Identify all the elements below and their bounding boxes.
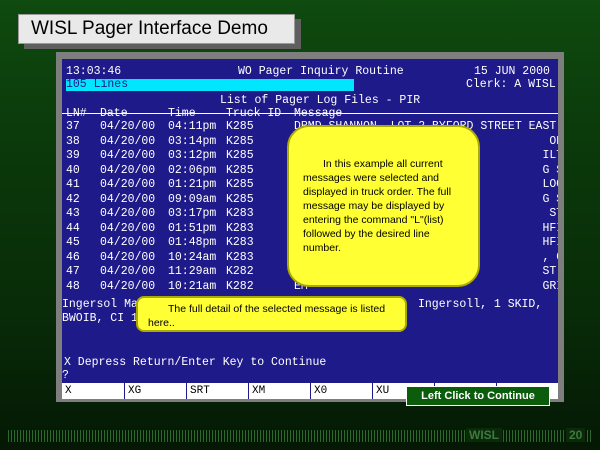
header-rule: [62, 113, 558, 114]
fkey-divider: [124, 383, 125, 399]
row-date: 04/20/00: [100, 279, 156, 293]
row-line-number: 37: [66, 120, 80, 133]
col-date: Date: [100, 107, 128, 120]
row-date: 04/20/00: [100, 149, 156, 162]
row-truck-id: K285: [226, 178, 254, 191]
row-truck-id: K282: [226, 265, 254, 278]
row-truck-id: K285: [226, 192, 254, 206]
callout-selection-info: In this example all current messages wer…: [287, 125, 480, 287]
row-line-number: 43: [66, 207, 80, 220]
row-time: 10:21am: [168, 279, 217, 293]
terminal-heading: WO Pager Inquiry Routine: [238, 65, 404, 78]
fkey-divider: [372, 383, 373, 399]
row-time: 01:48pm: [168, 236, 217, 249]
row-time: 09:09am: [168, 192, 217, 206]
col-time: Time: [168, 107, 196, 120]
continue-prompt: X Depress Return/Enter Key to Continue: [64, 356, 327, 369]
detail-line-1: Ingersol Mac: [62, 298, 145, 311]
row-time: 02:06pm: [168, 163, 217, 177]
row-time: 10:24am: [168, 250, 217, 264]
row-time: 03:14pm: [168, 134, 217, 148]
row-truck-id: K283: [226, 221, 254, 235]
row-line-number: 48: [66, 279, 80, 293]
footer-barcode: [8, 430, 592, 442]
row-line-number: 45: [66, 236, 80, 249]
row-truck-id: K283: [226, 236, 254, 249]
row-truck-id: K282: [226, 279, 254, 293]
row-date: 04/20/00: [100, 192, 156, 206]
terminal-list-title: List of Pager Log Files - PIR: [220, 94, 421, 107]
row-truck-id: K285: [226, 120, 254, 133]
row-date: 04/20/00: [100, 265, 156, 278]
row-line-number: 38: [66, 134, 80, 148]
row-time: 03:12pm: [168, 149, 217, 162]
fkey-5[interactable]: X0: [314, 385, 327, 397]
row-time: 01:21pm: [168, 178, 217, 191]
fkey-2[interactable]: XG: [128, 385, 141, 397]
fkey-1[interactable]: X: [65, 385, 72, 397]
footer-brand: WISL: [466, 428, 502, 442]
row-date: 04/20/00: [100, 250, 156, 264]
row-truck-id: K283: [226, 250, 254, 264]
callout-detail-text: The full detail of the selected message …: [148, 303, 386, 329]
row-time: 11:29am: [168, 265, 217, 278]
row-line-number: 41: [66, 178, 80, 191]
slide-title: WISL Pager Interface Demo: [18, 14, 295, 44]
row-time: 01:51pm: [168, 221, 217, 235]
continue-button[interactable]: Left Click to Continue: [406, 386, 550, 406]
row-truck-id: K285: [226, 134, 254, 148]
terminal-clerk: Clerk: A WISL: [466, 78, 556, 91]
row-date: 04/20/00: [100, 221, 156, 235]
row-date: 04/20/00: [100, 178, 156, 191]
col-message: Message: [294, 107, 343, 120]
callout-detail-info: The full detail of the selected message …: [136, 296, 407, 332]
row-line-number: 39: [66, 149, 80, 162]
row-time: 04:11pm: [168, 120, 217, 133]
col-truck: Truck ID: [226, 107, 282, 120]
row-line-number: 46: [66, 250, 80, 264]
col-ln: LN#: [66, 107, 87, 120]
detail-line-2: BWOIB, CI 19: [62, 312, 145, 325]
footer-page-number: 20: [566, 428, 586, 442]
row-truck-id: K283: [226, 207, 254, 220]
fkey-3[interactable]: SRT: [190, 385, 210, 397]
row-line-number: 40: [66, 163, 80, 177]
fkey-6[interactable]: XU: [376, 385, 389, 397]
terminal-time: 13:03:46: [66, 65, 122, 78]
row-date: 04/20/00: [100, 134, 156, 148]
row-date: 04/20/00: [100, 236, 156, 249]
row-line-number: 44: [66, 221, 80, 235]
fkey-divider: [248, 383, 249, 399]
fkey-divider: [310, 383, 311, 399]
row-truck-id: K285: [226, 149, 254, 162]
terminal-line-count: 105 Lines: [66, 79, 354, 91]
row-truck-id: K285: [226, 163, 254, 177]
terminal-date: 15 JUN 2000: [474, 65, 550, 78]
row-time: 03:17pm: [168, 207, 217, 220]
callout-selection-text: In this example all current messages wer…: [303, 158, 452, 254]
detail-line-1-right: Ingersoll, 1 SKID,: [418, 298, 543, 311]
row-line-number: 42: [66, 192, 80, 206]
command-cursor[interactable]: ?: [62, 370, 69, 382]
row-date: 04/20/00: [100, 163, 156, 177]
row-date: 04/20/00: [100, 120, 156, 133]
row-line-number: 47: [66, 265, 80, 278]
fkey-divider: [186, 383, 187, 399]
row-date: 04/20/00: [100, 207, 156, 220]
fkey-4[interactable]: XM: [252, 385, 265, 397]
